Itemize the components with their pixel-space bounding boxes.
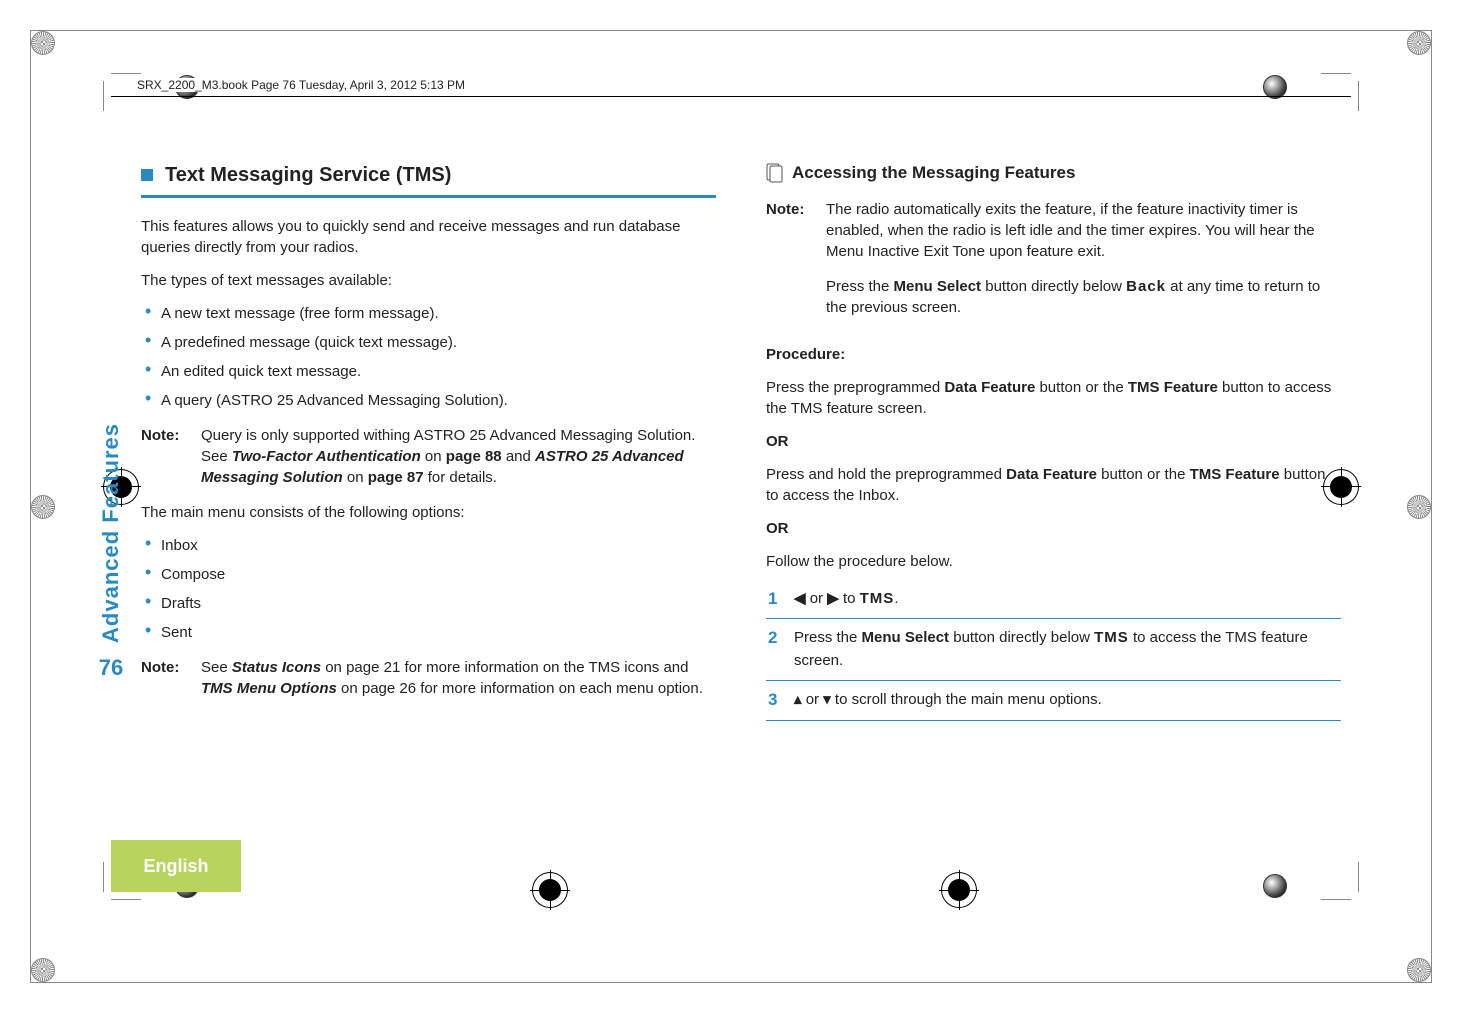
ui-term: Data Feature (1006, 466, 1097, 483)
nav-right-icon: ▶ (827, 588, 839, 611)
note-body: Query is only supported withing ASTRO 25… (201, 425, 716, 488)
text: Press the (794, 629, 862, 646)
heading-square-icon (141, 169, 153, 181)
text: on (343, 469, 368, 486)
or-separator: OR (766, 518, 1341, 539)
cross-reference: Status Icons (232, 659, 321, 676)
ui-term: TMS Feature (1190, 466, 1280, 483)
content-area: Text Messaging Service (TMS) This featur… (111, 161, 1351, 832)
subheading-text: Accessing the Messaging Features (792, 161, 1075, 185)
text: or (806, 590, 828, 607)
text: on (421, 448, 446, 465)
note-label: Note: (141, 425, 201, 488)
text: Press the (826, 278, 894, 295)
header-rule (111, 96, 1351, 97)
paragraph: Follow the procedure below. (766, 551, 1341, 572)
language-tab: English (111, 840, 241, 892)
message-types-list: A new text message (free form message). … (141, 303, 716, 411)
step: ◀ or ▶ to TMS. (766, 580, 1341, 620)
page-ref: page 87 (368, 469, 424, 486)
step: Press the Menu Select button directly be… (766, 619, 1341, 681)
heading-text: Text Messaging Service (TMS) (165, 161, 451, 189)
text: button or the (1035, 379, 1128, 396)
text: to (839, 590, 860, 607)
or-separator: OR (766, 431, 1341, 452)
reg-hatched-top-right (1395, 19, 1443, 67)
softkey-label: TMS (1094, 629, 1129, 646)
text: Press and hold the preprogrammed (766, 466, 1006, 483)
text: for details. (424, 469, 497, 486)
right-column: Accessing the Messaging Features Note: T… (766, 161, 1351, 832)
cross-reference: TMS Menu Options (201, 680, 337, 697)
text: and (502, 448, 535, 465)
text: See (201, 659, 232, 676)
page-ref: page 88 (446, 448, 502, 465)
left-column: Text Messaging Service (TMS) This featur… (141, 161, 726, 832)
paragraph: Press the Menu Select button directly be… (826, 276, 1341, 318)
crop-mark (1321, 862, 1351, 892)
crosshair-bottom-1 (520, 860, 580, 920)
paragraph: The radio automatically exits the featur… (826, 199, 1341, 262)
note-label: Note: (141, 657, 201, 699)
ui-term: Data Feature (944, 379, 1035, 396)
procedure-steps: ◀ or ▶ to TMS. Press the Menu Select but… (766, 580, 1341, 721)
text: button directly below (949, 629, 1094, 646)
text: to scroll through the main menu options. (831, 691, 1102, 708)
cross-reference: Two-Factor Authentication (232, 448, 421, 465)
reg-dot (1251, 63, 1299, 111)
list-item: A new text message (free form message). (141, 303, 716, 324)
step: ▴ or ▾ to scroll through the main menu o… (766, 681, 1341, 721)
text: Press the preprogrammed (766, 379, 944, 396)
note-block: Note: Query is only supported withing AS… (141, 425, 716, 488)
page-frame: SRX_2200_M3.book Page 76 Tuesday, April … (30, 30, 1432, 983)
list-item: An edited quick text message. (141, 361, 716, 382)
softkey-label: Back (1126, 278, 1166, 295)
note-block: Note: See Status Icons on page 21 for mo… (141, 657, 716, 699)
subsection-heading-accessing: Accessing the Messaging Features (766, 161, 1341, 185)
paragraph: Press the preprogrammed Data Feature but… (766, 377, 1341, 419)
text: on page 21 for more information on the T… (321, 659, 688, 676)
note-body: See Status Icons on page 21 for more inf… (201, 657, 716, 699)
list-item: A query (ASTRO 25 Advanced Messaging Sol… (141, 390, 716, 411)
list-item: A predefined message (quick text message… (141, 332, 716, 353)
nav-up-icon: ▴ (794, 689, 802, 712)
running-head: SRX_2200_M3.book Page 76 Tuesday, April … (131, 78, 471, 92)
list-item: Inbox (141, 535, 716, 556)
reg-hatched-bottom-left (19, 946, 67, 994)
section-heading-tms: Text Messaging Service (TMS) (141, 161, 716, 198)
ui-term: Menu Select (894, 278, 982, 295)
nav-left-icon: ◀ (794, 588, 806, 611)
reg-dot (1251, 862, 1299, 910)
text: button or the (1097, 466, 1190, 483)
text: or (802, 691, 824, 708)
reg-hatched-right (1395, 483, 1443, 531)
list-item: Sent (141, 622, 716, 643)
text: button directly below (981, 278, 1126, 295)
list-item: Drafts (141, 593, 716, 614)
ui-term: TMS Feature (1128, 379, 1218, 396)
main-menu-list: Inbox Compose Drafts Sent (141, 535, 716, 643)
reg-hatched-bottom-right (1395, 946, 1443, 994)
reg-hatched-left (19, 483, 67, 531)
note-label: Note: (766, 199, 826, 330)
softkey-label: TMS (860, 590, 895, 607)
document-icon (766, 163, 784, 183)
note-block: Note: The radio automatically exits the … (766, 199, 1341, 330)
text: on page 26 for more information on each … (337, 680, 703, 697)
reg-hatched-top-left (19, 19, 67, 67)
text: . (894, 590, 898, 607)
paragraph: The types of text messages available: (141, 270, 716, 291)
procedure-label: Procedure: (766, 344, 1341, 365)
paragraph: This features allows you to quickly send… (141, 216, 716, 258)
print-crop-area: SRX_2200_M3.book Page 76 Tuesday, April … (111, 81, 1351, 892)
nav-down-icon: ▾ (823, 689, 831, 712)
list-item: Compose (141, 564, 716, 585)
paragraph: The main menu consists of the following … (141, 502, 716, 523)
paragraph: Press and hold the preprogrammed Data Fe… (766, 464, 1341, 506)
crosshair-bottom-2 (929, 860, 989, 920)
note-body: The radio automatically exits the featur… (826, 199, 1341, 330)
ui-term: Menu Select (862, 629, 950, 646)
